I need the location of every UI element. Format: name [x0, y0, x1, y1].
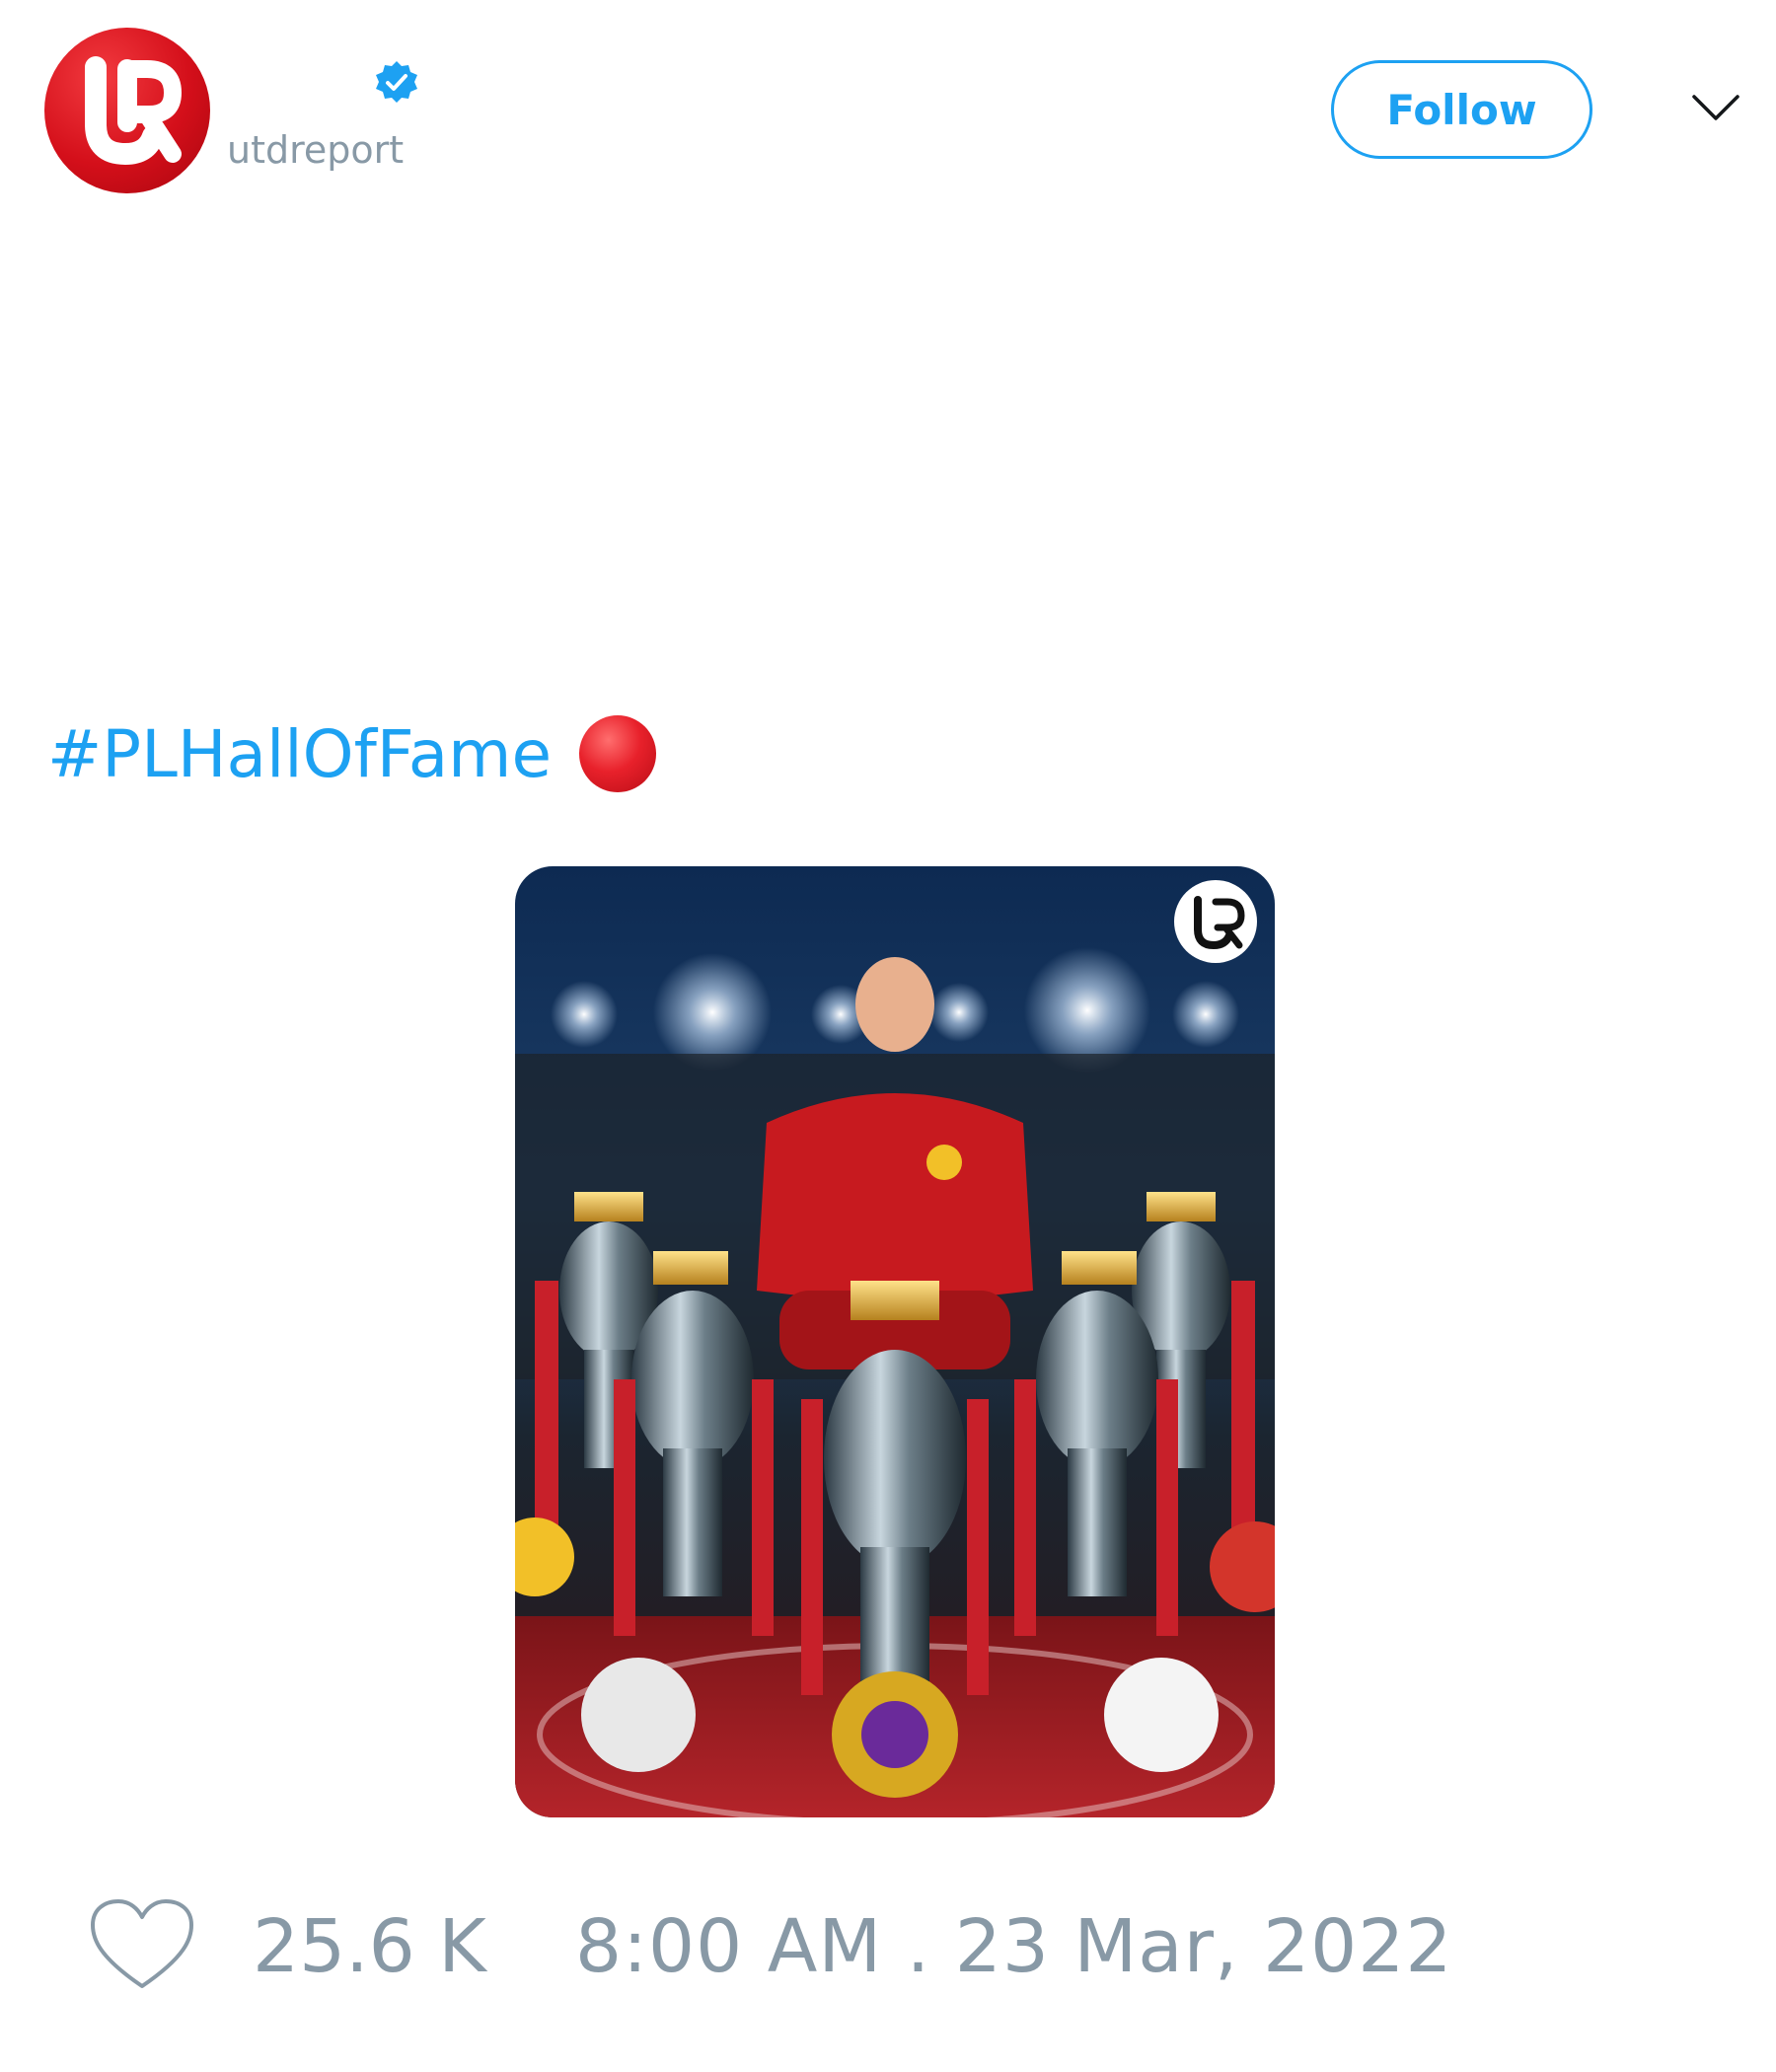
chevron-down-icon[interactable]: [1691, 91, 1740, 126]
like-count: 25.6 K: [253, 1904, 486, 1989]
heart-icon[interactable]: [89, 1897, 195, 1992]
display-name[interactable]: [227, 55, 237, 99]
tweet-text: #PLHallOfFame: [47, 715, 657, 792]
verified-badge-icon: [376, 61, 417, 103]
red-circle-icon: [579, 715, 657, 792]
tweet-photo[interactable]: [515, 866, 1275, 1817]
account-handle[interactable]: utdreport: [227, 128, 404, 172]
photo-icon: [515, 866, 1275, 1817]
ur-logo-icon: [85, 56, 182, 166]
avatar[interactable]: [44, 28, 210, 193]
tweet-timestamp[interactable]: 8:00 AM . 23 Mar, 2022: [575, 1904, 1452, 1989]
follow-button[interactable]: Follow: [1331, 60, 1592, 159]
hashtag-link[interactable]: #PLHallOfFame: [47, 716, 552, 792]
